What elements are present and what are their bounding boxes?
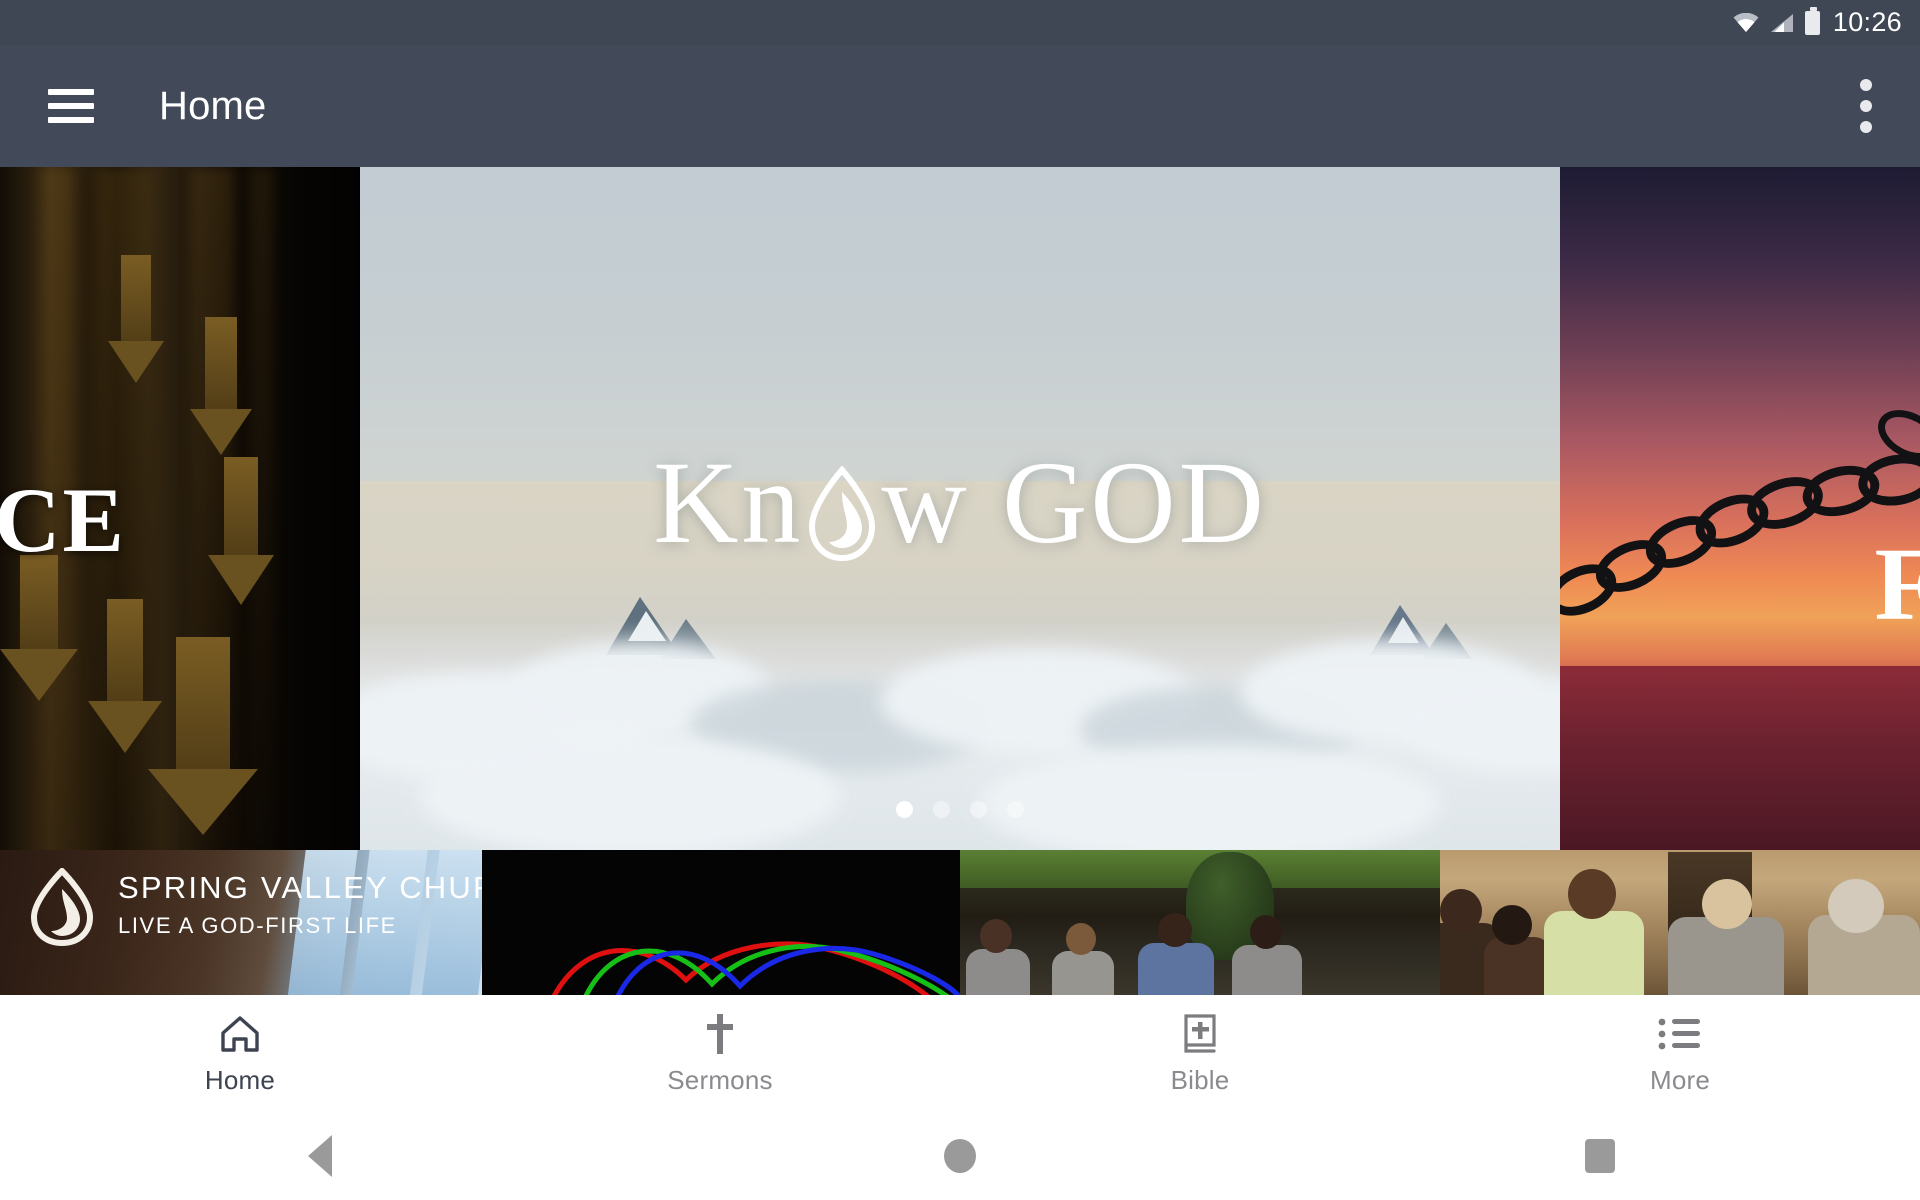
carousel-dot-4[interactable] <box>1007 801 1024 818</box>
nav-item-more[interactable]: More <box>1440 995 1920 1112</box>
system-back-button[interactable] <box>0 1135 640 1177</box>
home-icon <box>219 1012 261 1056</box>
android-system-navigation <box>0 1112 1920 1200</box>
carousel-slide-next[interactable]: F <box>1560 167 1920 850</box>
slide-know-god-title: Kn w GOD <box>360 435 1560 571</box>
nav-label-more: More <box>1649 1064 1711 1095</box>
back-triangle-icon <box>308 1135 332 1177</box>
thumbnail-prayer-circle[interactable] <box>1440 850 1920 995</box>
system-recents-button[interactable] <box>1280 1139 1920 1173</box>
app-bar: Home <box>0 45 1920 167</box>
thumbnail-1-title: SPRING VALLEY CHURCH <box>118 870 482 905</box>
list-icon <box>1658 1012 1702 1056</box>
cellular-signal-icon <box>1770 13 1794 33</box>
nav-label-home: Home <box>204 1064 276 1095</box>
hero-carousel[interactable]: CE Kn w GOD F <box>0 167 1920 850</box>
status-bar-time: 10:26 <box>1832 7 1902 37</box>
nav-label-bible: Bible <box>1170 1064 1230 1095</box>
thumbnail-2-laser-arcs <box>551 941 960 995</box>
page-title: Home <box>159 83 267 128</box>
nav-item-home[interactable]: Home <box>0 995 480 1112</box>
wifi-icon <box>1733 12 1759 33</box>
flame-drop-logo-icon <box>805 455 879 562</box>
slide-grace-text: CE <box>0 469 126 571</box>
slide-free-chain <box>1560 167 1920 850</box>
thumbnail-1-subtitle: LIVE A GOD-FIRST LIFE <box>118 913 397 938</box>
carousel-pagination-dots[interactable] <box>0 801 1920 818</box>
thumbnail-1-text: SPRING VALLEY CHURCH LIVE A GOD-FIRST LI… <box>118 870 482 939</box>
slide-free-text: F <box>1874 527 1920 642</box>
nav-item-sermons[interactable]: Sermons <box>480 995 960 1112</box>
carousel-dot-1[interactable] <box>896 801 913 818</box>
carousel-slide-previous[interactable]: CE <box>0 167 360 850</box>
status-bar: 10:26 <box>0 0 1920 45</box>
battery-icon <box>1804 6 1820 35</box>
know-god-text-part-2: w GOD <box>881 437 1267 568</box>
thumbnail-laser-arcs[interactable] <box>482 850 960 995</box>
cross-icon <box>703 1012 737 1056</box>
nav-label-sermons: Sermons <box>667 1064 773 1095</box>
system-home-button[interactable] <box>640 1139 1280 1173</box>
feature-thumbnail-row: SPRING VALLEY CHURCH LIVE A GOD-FIRST LI… <box>0 850 1920 995</box>
carousel-dot-3[interactable] <box>970 801 987 818</box>
nav-item-bible[interactable]: Bible <box>960 995 1440 1112</box>
bible-book-icon <box>1180 1012 1220 1056</box>
app-root: 10:26 Home CE Kn w GOD F SPRING VALLEY C… <box>0 0 1920 1200</box>
flame-drop-logo-icon <box>28 866 96 947</box>
overflow-menu-icon[interactable] <box>1860 79 1872 133</box>
know-god-text-part-1: Kn <box>653 437 804 568</box>
hamburger-menu-icon[interactable] <box>48 89 94 123</box>
bottom-navigation-bar: Home Sermons Bible More <box>0 995 1920 1112</box>
carousel-slide-active[interactable]: Kn w GOD <box>360 167 1560 850</box>
home-circle-icon <box>944 1139 976 1173</box>
recents-square-icon <box>1585 1139 1615 1173</box>
thumbnail-spring-valley-church[interactable]: SPRING VALLEY CHURCH LIVE A GOD-FIRST LI… <box>0 850 482 995</box>
carousel-dot-2[interactable] <box>933 801 950 818</box>
thumbnail-outdoor-group[interactable] <box>960 850 1440 995</box>
